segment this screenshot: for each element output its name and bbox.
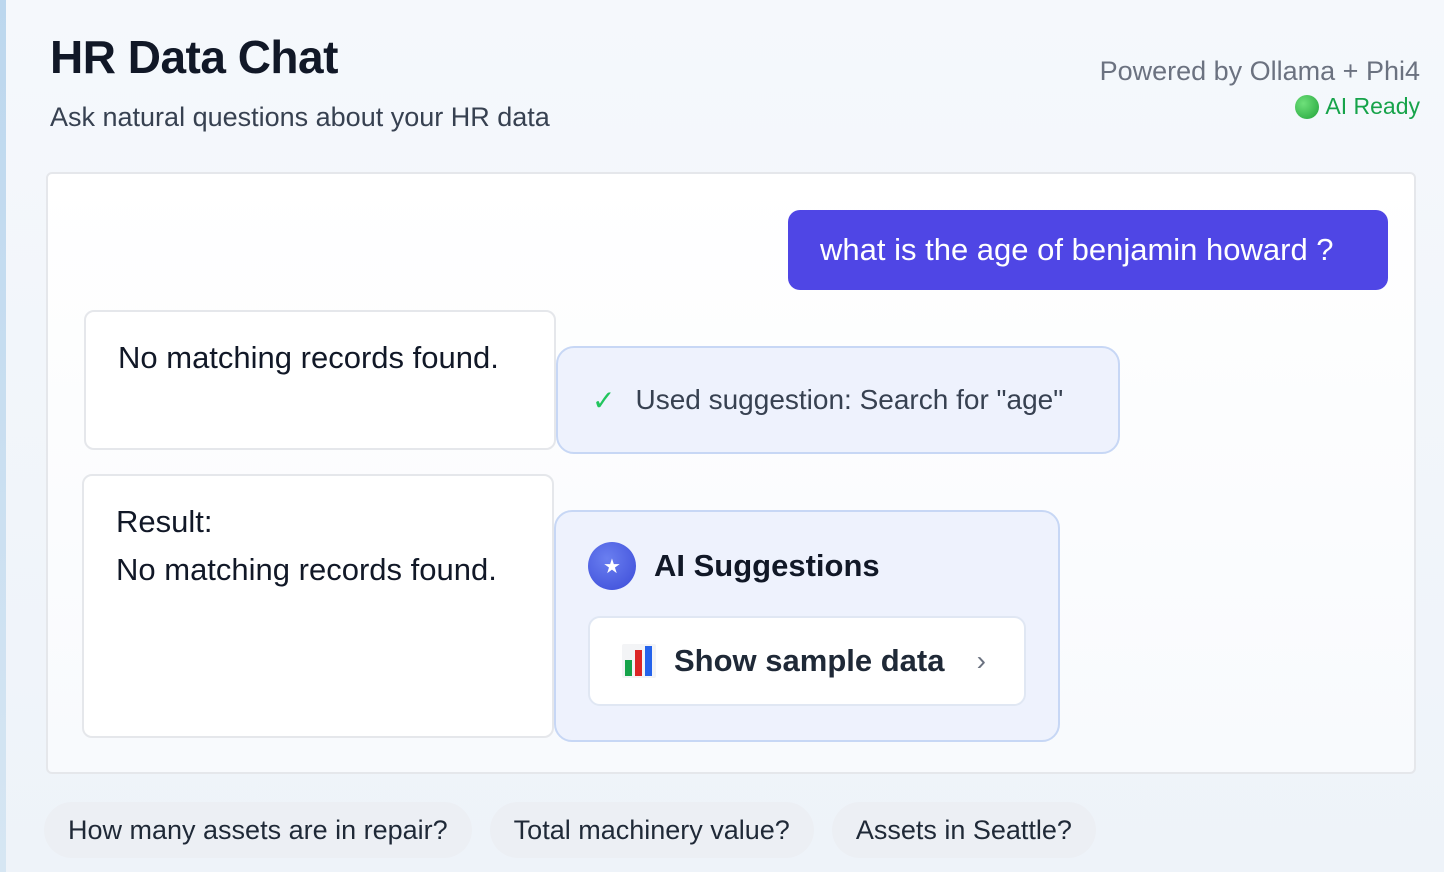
user-message: what is the age of benjamin howard ? [788, 210, 1388, 290]
page-title: HR Data Chat [50, 31, 338, 83]
used-suggestion-text: Used suggestion: Search for "age" [635, 384, 1064, 415]
star-icon: ★ [588, 542, 636, 590]
ai-suggestions-header: ★ AI Suggestions [588, 542, 880, 590]
ai-status: AI Ready [1100, 93, 1420, 120]
used-suggestion-note: ✓ Used suggestion: Search for "age" [556, 346, 1120, 454]
bot-result-message: Result: No matching records found. [82, 474, 554, 738]
bot-message: No matching records found. [84, 310, 556, 450]
check-icon: ✓ [592, 384, 616, 416]
green-dot-icon [1295, 94, 1320, 119]
result-label: Result: [116, 504, 213, 539]
powered-by-label: Powered by Ollama + Phi4 [1099, 56, 1420, 86]
bot-message-text: No matching records found. [118, 340, 499, 375]
chevron-right-icon: › [976, 645, 986, 676]
bar-chart-icon [622, 644, 656, 678]
show-sample-data-button[interactable]: Show sample data › [588, 616, 1026, 706]
quick-questions: How many assets are in repair? Total mac… [44, 802, 1096, 858]
quick-question-chip[interactable]: Total machinery value? [489, 802, 814, 858]
quick-question-chip[interactable]: How many assets are in repair? [44, 802, 472, 858]
model-info: Powered by Ollama + Phi4 AI Ready [1100, 56, 1420, 120]
quick-question-chip[interactable]: Assets in Seattle? [831, 802, 1096, 858]
ai-suggestions-title: AI Suggestions [654, 548, 880, 583]
show-sample-data-label: Show sample data [674, 643, 945, 678]
page-subtitle: Ask natural questions about your HR data [50, 102, 550, 132]
ai-suggestions-box: ★ AI Suggestions Show sample data › [554, 510, 1060, 742]
chat-panel: what is the age of benjamin howard ? No … [46, 172, 1416, 774]
window-edge [0, 0, 6, 872]
result-text: No matching records found. [116, 552, 497, 588]
ai-status-label: AI Ready [1325, 93, 1420, 119]
page-header: HR Data Chat Ask natural questions about… [50, 30, 550, 133]
